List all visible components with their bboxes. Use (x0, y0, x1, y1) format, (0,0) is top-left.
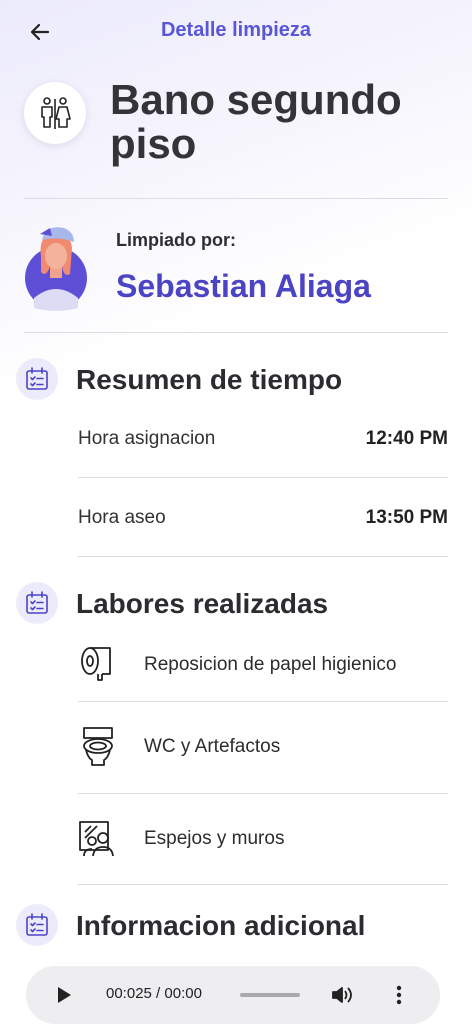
divider (24, 198, 448, 199)
volume-button[interactable] (330, 983, 354, 1007)
calendar-checklist-icon (16, 904, 58, 946)
cleaner-name: Sebastian Aliaga (116, 268, 371, 304)
task-item: WC y Artefactos (78, 702, 448, 792)
calendar-checklist-icon (16, 582, 58, 624)
mirror-person-icon (78, 816, 118, 860)
time-row: Hora aseo 13:50 PM (78, 479, 448, 557)
time-label: Hora aseo (78, 507, 166, 528)
section-additional: Informacion adicional (16, 902, 456, 948)
play-button[interactable] (52, 983, 76, 1007)
time-label: Hora asignacion (78, 428, 216, 449)
audio-player: 00:025 / 00:00 (26, 966, 440, 1024)
restroom-icon (24, 82, 86, 144)
divider (78, 884, 448, 885)
section-title: Labores realizadas (76, 588, 329, 619)
audio-time: 00:025 / 00:00 (106, 985, 202, 1002)
task-label: Espejos y muros (144, 828, 285, 849)
time-value: 12:40 PM (365, 428, 448, 449)
more-options-button[interactable] (390, 983, 408, 1007)
play-icon (58, 987, 71, 1003)
more-vertical-icon (396, 985, 402, 1005)
calendar-checklist-icon (16, 358, 58, 400)
room-header: Bano segundo piso (24, 78, 448, 188)
toilet-icon (78, 724, 118, 768)
audio-progress-slider[interactable] (240, 993, 300, 997)
page-title: Detalle limpieza (160, 19, 312, 41)
task-label: WC y Artefactos (144, 736, 281, 757)
task-item: Reposicion de papel higienico (78, 620, 448, 710)
time-value: 13:50 PM (365, 507, 448, 528)
volume-icon (332, 987, 352, 1003)
top-bar: Detalle limpieza (0, 0, 472, 64)
cleaner-info: Limpiado por: Sebastian Aliaga (24, 220, 448, 320)
divider (78, 556, 448, 557)
room-name: Bano segundo piso (110, 76, 402, 167)
time-row: Hora asignacion 12:40 PM (78, 400, 448, 478)
cleaned-by-label: Limpiado por: (116, 230, 236, 250)
task-item: Espejos y muros (78, 794, 448, 884)
divider (24, 332, 448, 333)
section-title: Informacion adicional (76, 910, 366, 941)
section-time-summary: Resumen de tiempo (16, 356, 456, 402)
section-title: Resumen de tiempo (76, 364, 343, 395)
toilet-paper-icon (78, 642, 118, 686)
divider (78, 477, 448, 478)
task-label: Reposicion de papel higienico (144, 654, 397, 675)
avatar (24, 222, 88, 312)
